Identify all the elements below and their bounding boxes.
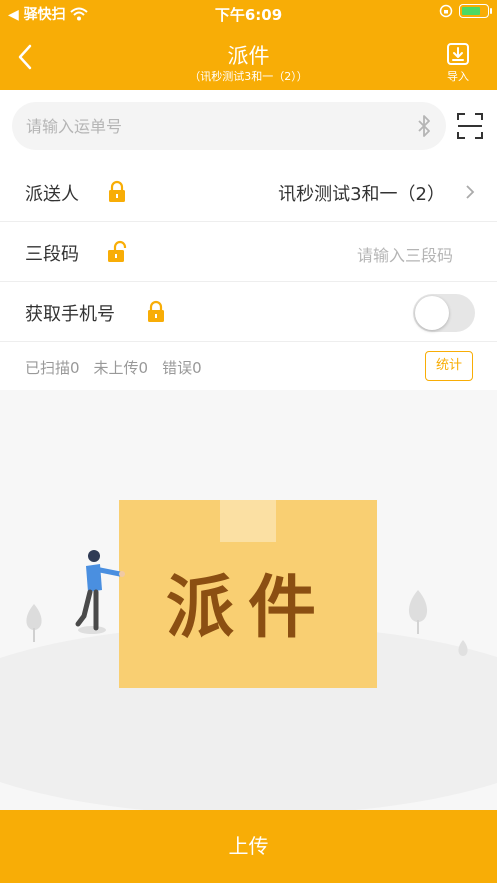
not-uploaded-count: 未上传0 [93, 359, 149, 377]
search-bar [0, 90, 497, 162]
segment-code-row: 三段码 请输入三段码 [0, 222, 497, 282]
get-phone-label: 获取手机号 [25, 304, 115, 325]
statistics-button[interactable]: 统计 [425, 351, 473, 381]
box-label: 派件 [165, 568, 330, 648]
lock-icon[interactable] [107, 180, 127, 204]
header: ◀ 驿快扫 下午6:09 派件 （讯秒测试3和一（2）） 导入 [0, 0, 497, 90]
unlock-icon[interactable] [106, 240, 128, 264]
stats-row: 已扫描0 未上传0 错误0 统计 [0, 342, 497, 390]
person-figure [75, 550, 125, 634]
courier-label: 派送人 [25, 184, 79, 205]
segment-code-label: 三段码 [25, 244, 79, 265]
chevron-right-icon [466, 185, 475, 199]
tree-left-icon [26, 604, 42, 642]
import-label: 导入 [447, 70, 469, 83]
scanned-count: 已扫描0 [25, 359, 80, 377]
segment-code-input[interactable]: 请输入三段码 [357, 242, 453, 266]
scan-icon[interactable] [457, 112, 483, 140]
clock: 下午6:09 [214, 6, 283, 24]
get-phone-row: 获取手机号 [0, 282, 497, 342]
orientation-lock-icon [439, 4, 453, 18]
get-phone-toggle[interactable] [413, 294, 475, 332]
lock-icon[interactable] [146, 300, 166, 324]
courier-row[interactable]: 派送人 讯秒测试3和一（2） [0, 162, 497, 222]
error-count: 错误0 [162, 359, 202, 377]
status-bar: ◀ 驿快扫 下午6:09 [0, 0, 497, 26]
import-button[interactable]: 导入 [443, 42, 473, 84]
import-icon [447, 43, 469, 65]
bluetooth-icon[interactable] [416, 114, 432, 138]
tracking-number-input[interactable] [26, 102, 386, 150]
empty-state-illustration: 派件 [0, 390, 497, 810]
page-subtitle: （讯秒测试3和一（2）） [189, 70, 308, 83]
page-title: 派件 [227, 44, 270, 68]
search-field [12, 102, 446, 150]
upload-button[interactable]: 上传 [0, 810, 497, 883]
battery-icon [459, 4, 492, 18]
courier-value: 讯秒测试3和一（2） [278, 184, 445, 205]
